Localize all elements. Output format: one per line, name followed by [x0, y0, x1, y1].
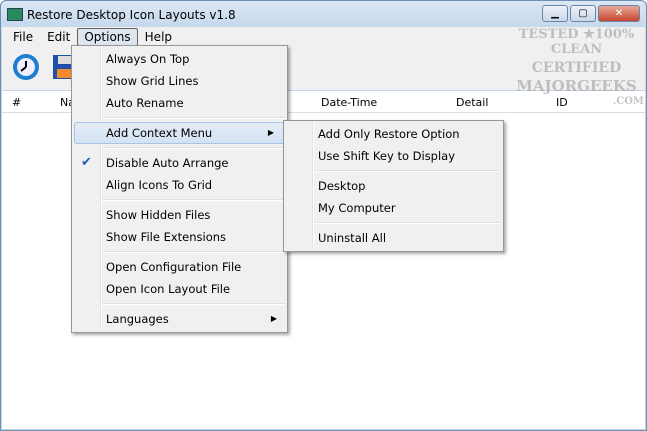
- menu-item-auto-rename[interactable]: Auto Rename: [72, 92, 287, 114]
- menu-item-label: Align Icons To Grid: [106, 178, 213, 192]
- menu-item-uninstall-all[interactable]: Uninstall All: [284, 227, 503, 249]
- menu-item-show-hidden-files[interactable]: Show Hidden Files: [72, 204, 287, 226]
- menu-options[interactable]: Options: [77, 27, 138, 46]
- restore-clock-icon[interactable]: [11, 52, 41, 82]
- menu-item-label: Languages: [106, 312, 169, 326]
- menu-separator: [72, 196, 287, 204]
- column-date-time[interactable]: Date-Time: [321, 96, 377, 109]
- maximize-button[interactable]: ▢: [570, 5, 596, 22]
- menu-item-label: Add Context Menu: [106, 126, 213, 140]
- menu-item-my-computer[interactable]: My Computer: [284, 197, 503, 219]
- options-menu: Always On Top Show Grid Lines Auto Rename A…: [71, 45, 288, 333]
- menu-item-disable-auto-arrange[interactable]: ✔ Disable Auto Arrange: [72, 152, 287, 174]
- menu-item-label: Always On Top: [106, 52, 190, 66]
- majorgeeks-watermark: TESTED ★100% CLEAN CERTIFIED MAJORGEEKS .CO…: [516, 27, 644, 107]
- menu-item-label: Open Icon Layout File: [106, 282, 231, 296]
- menu-item-languages[interactable]: Languages ▶: [72, 308, 287, 330]
- menu-separator: [284, 219, 503, 227]
- menu-item-open-configuration-file[interactable]: Open Configuration File: [72, 256, 287, 278]
- menu-separator: [72, 114, 287, 122]
- menu-item-label: Show File Extensions: [106, 230, 227, 244]
- menu-item-label: Desktop: [318, 179, 366, 193]
- menu-item-use-shift-key-to-display[interactable]: Use Shift Key to Display: [284, 145, 503, 167]
- menu-item-label: My Computer: [318, 201, 396, 215]
- context-menu-submenu: Add Only Restore Option Use Shift Key to …: [283, 120, 504, 252]
- menu-separator: [72, 300, 287, 308]
- menu-edit[interactable]: Edit: [40, 28, 77, 46]
- menu-help[interactable]: Help: [138, 28, 179, 46]
- menu-item-show-file-extensions[interactable]: Show File Extensions: [72, 226, 287, 248]
- menu-item-label: Add Only Restore Option: [318, 127, 460, 141]
- menu-item-desktop[interactable]: Desktop: [284, 175, 503, 197]
- menu-separator: [284, 167, 503, 175]
- checkmark-icon: ✔: [81, 155, 92, 170]
- menu-separator: [72, 144, 287, 152]
- menu-item-label: Open Configuration File: [106, 260, 242, 274]
- submenu-arrow-icon: ▶: [270, 314, 277, 323]
- window-title: Restore Desktop Icon Layouts v1.8: [27, 8, 236, 22]
- menu-item-add-context-menu[interactable]: Add Context Menu ▶: [74, 122, 285, 144]
- menu-item-label: Use Shift Key to Display: [318, 149, 456, 163]
- menu-item-add-only-restore-option[interactable]: Add Only Restore Option: [284, 123, 503, 145]
- menu-item-label: Show Hidden Files: [106, 208, 211, 222]
- menu-item-label: Uninstall All: [318, 231, 387, 245]
- close-button[interactable]: ✕: [598, 5, 640, 22]
- menu-item-align-icons-to-grid[interactable]: Align Icons To Grid: [72, 174, 287, 196]
- submenu-arrow-icon: ▶: [267, 128, 274, 137]
- column-number[interactable]: #: [12, 96, 21, 109]
- menu-separator: [72, 248, 287, 256]
- menu-item-open-icon-layout-file[interactable]: Open Icon Layout File: [72, 278, 287, 300]
- menu-item-label: Auto Rename: [106, 96, 184, 110]
- minimize-button[interactable]: ▁: [542, 5, 568, 22]
- menu-item-label: Disable Auto Arrange: [106, 156, 229, 170]
- menu-item-label: Show Grid Lines: [106, 74, 199, 88]
- menu-item-always-on-top[interactable]: Always On Top: [72, 48, 287, 70]
- app-icon: [7, 8, 23, 21]
- menu-item-show-grid-lines[interactable]: Show Grid Lines: [72, 70, 287, 92]
- menu-file[interactable]: File: [6, 28, 40, 46]
- column-detail[interactable]: Detail: [456, 96, 488, 109]
